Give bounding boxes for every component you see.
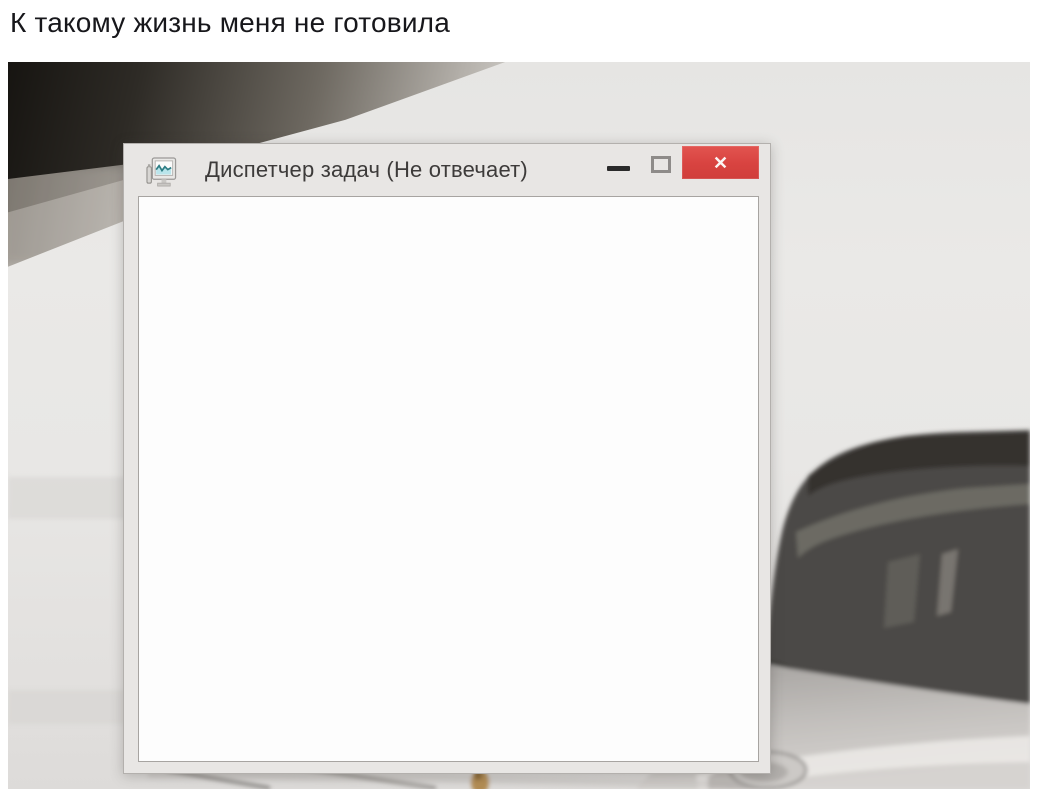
maximize-button[interactable] xyxy=(651,156,671,173)
window-titlebar[interactable]: Диспетчер задач (Не отвечает) ✕ xyxy=(124,144,770,196)
close-button[interactable]: ✕ xyxy=(682,146,759,179)
meme-caption-bar: К такому жизнь меня не готовила xyxy=(0,0,1040,62)
window-title: Диспетчер задач (Не отвечает) xyxy=(205,157,528,183)
close-icon: ✕ xyxy=(713,154,728,172)
task-manager-window: Диспетчер задач (Не отвечает) ✕ xyxy=(123,143,771,774)
window-content-blank xyxy=(138,196,759,762)
task-manager-icon xyxy=(146,156,177,189)
meme-caption: К такому жизнь меня не готовила xyxy=(10,7,450,39)
minimize-button[interactable] xyxy=(596,150,640,182)
minimize-icon xyxy=(607,166,630,171)
